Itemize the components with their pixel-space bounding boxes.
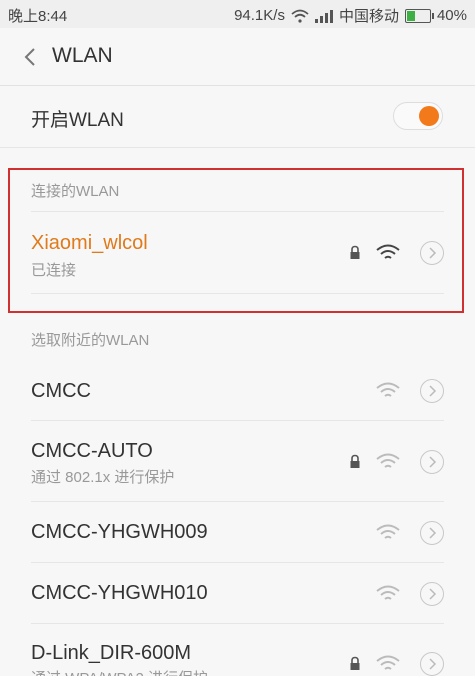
title-bar: WLAN	[0, 28, 475, 86]
network-name: D-Link_DIR-600M	[31, 642, 192, 664]
network-row-cmcc-yhgwh009[interactable]: CMCC-YHGWH009	[0, 502, 475, 562]
wifi-signal-icon	[376, 524, 400, 539]
wlan-toggle-row[interactable]: 开启WLAN	[0, 86, 475, 148]
network-security: 通过 WPA/WPA2 进行保护	[31, 667, 208, 676]
network-name: CMCC	[31, 380, 91, 402]
network-detail-button[interactable]	[420, 652, 444, 676]
page-title: WLAN	[52, 44, 113, 67]
chevron-right-icon	[429, 385, 437, 397]
battery-fill	[406, 10, 415, 21]
battery-percent: 40%	[436, 7, 467, 24]
highlight-annotation-box	[8, 168, 464, 313]
chevron-right-icon	[429, 588, 437, 600]
battery-icon	[404, 8, 434, 23]
nearby-section-header: 选取附近的WLAN	[31, 332, 150, 349]
chevron-right-icon	[429, 658, 437, 670]
network-detail-button[interactable]	[420, 582, 444, 606]
signal-icon	[314, 9, 333, 23]
wifi-signal-icon	[376, 453, 400, 468]
status-right-group: 94.1K/s 中国移动 40%	[234, 5, 467, 26]
network-row-cmcc[interactable]: CMCC	[0, 360, 475, 420]
network-name: CMCC-YHGWH010	[31, 582, 208, 604]
network-name: CMCC-AUTO	[31, 440, 153, 462]
network-row-cmcc-auto[interactable]: CMCC-AUTO 通过 802.1x 进行保护	[0, 421, 475, 501]
status-bar: 晚上8:44 94.1K/s 中国移动 40%	[0, 0, 475, 28]
network-detail-button[interactable]	[420, 521, 444, 545]
wlan-toggle-label: 开启WLAN	[31, 110, 124, 131]
wifi-signal-icon	[376, 585, 400, 600]
chevron-right-icon	[429, 456, 437, 468]
lock-icon	[350, 454, 360, 468]
network-speed: 94.1K/s	[234, 7, 285, 24]
wifi-signal-icon	[376, 382, 400, 397]
carrier-name: 中国移动	[338, 8, 399, 25]
network-detail-button[interactable]	[420, 379, 444, 403]
network-security: 通过 802.1x 进行保护	[31, 469, 175, 486]
network-row-dlink[interactable]: D-Link_DIR-600M 通过 WPA/WPA2 进行保护	[0, 624, 475, 676]
chevron-right-icon	[429, 527, 437, 539]
network-detail-button[interactable]	[420, 450, 444, 474]
toggle-knob	[419, 106, 439, 126]
wifi-status-icon	[291, 9, 309, 23]
wlan-toggle-switch[interactable]	[393, 102, 443, 130]
network-name: CMCC-YHGWH009	[31, 521, 208, 543]
network-row-cmcc-yhgwh010[interactable]: CMCC-YHGWH010	[0, 563, 475, 623]
lock-icon	[350, 656, 360, 670]
wifi-signal-icon	[376, 655, 400, 670]
back-arrow-icon[interactable]	[20, 43, 40, 71]
status-time: 晚上8:44	[8, 8, 68, 25]
